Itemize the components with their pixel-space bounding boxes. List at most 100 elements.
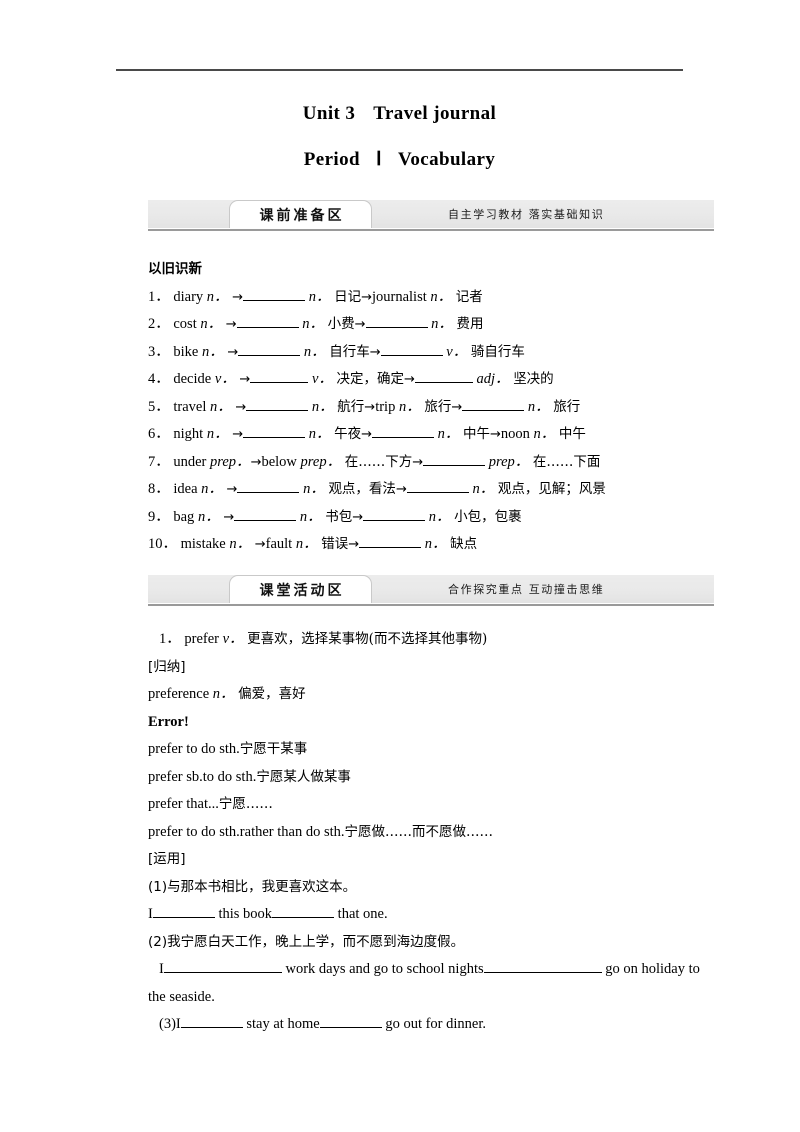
vocab-item-5: 5． travel n． → n． 航行→trip n． 旅行→ n． 旅行 — [148, 394, 714, 422]
answer-blank[interactable] — [180, 1027, 243, 1028]
vocab-item-6: 6． night n． → n． 午夜→ n． 中午→noon n． 中午 — [148, 421, 714, 449]
error-label: Error! — [148, 709, 714, 737]
item-mid-cn: 决定，确定 — [336, 371, 405, 387]
section-tab-label-prep: 课前准备区 — [259, 207, 345, 224]
entry-word: prefer — [184, 631, 219, 647]
exercise-text-b: stay at home — [246, 1016, 320, 1032]
prep-section-body: 以旧识新 1． diary n． → n． 日记→journalist n． 记… — [148, 256, 714, 559]
item-mid2-cn: 旅行 — [424, 398, 452, 415]
item-mid-pos: v． — [311, 371, 333, 387]
item-word: under — [173, 453, 207, 470]
item-word: cost — [173, 316, 197, 332]
prep-heading: 以旧识新 — [148, 261, 202, 277]
item-tail-cn: 费用 — [456, 316, 484, 332]
item-tail-pos: v． — [446, 343, 468, 360]
answer-blank[interactable] — [380, 354, 443, 356]
prefer-entry: 1． prefer v． 更喜欢，选择某事物(而不选择其他事物) — [148, 626, 714, 654]
item-mid-pos: n． — [299, 508, 322, 525]
exercise-text-d: the seaside. — [148, 988, 215, 1005]
item-mid-pos: prep． — [300, 453, 342, 470]
item-number: 6． — [148, 426, 170, 442]
answer-blank[interactable] — [462, 409, 525, 411]
banner-underline-gray-2 — [148, 604, 714, 606]
answer-blank[interactable] — [250, 382, 309, 383]
preference-note: preference n． 偏爱，喜好 — [148, 681, 714, 709]
item-pos: n． — [206, 288, 229, 305]
answer-blank[interactable] — [238, 354, 301, 356]
item-tail-cn: 缺点 — [450, 536, 478, 552]
arrow-icon: → — [232, 289, 244, 305]
item-mid-pos: n． — [303, 343, 326, 360]
arrow-icon: → — [361, 427, 372, 442]
item-tail-cn: 在……下面 — [532, 453, 601, 470]
answer-blank[interactable] — [483, 972, 602, 973]
item-word: idea — [173, 481, 198, 497]
answer-blank[interactable] — [243, 299, 306, 301]
vocab-item-3: 3． bike n． → n． 自行车→ v． 骑自行车 — [148, 339, 714, 367]
item-tail-cn: 小包，包裹 — [454, 508, 522, 525]
exercise-1-prompt: (1)与那本书相比，我更喜欢这本。 — [148, 874, 714, 902]
answer-blank[interactable] — [359, 547, 422, 548]
item-tail-pos: prep． — [488, 453, 530, 470]
item-tail-cn: 骑自行车 — [470, 343, 525, 360]
answer-blank[interactable] — [163, 972, 282, 973]
title-unit: Unit 3 — [302, 103, 356, 124]
banner-underline-gray-1 — [148, 229, 714, 231]
top-rule — [116, 69, 683, 71]
arrow-icon: → — [235, 399, 247, 415]
answer-blank[interactable] — [423, 464, 486, 466]
arrow-icon: → — [369, 344, 381, 360]
vocab-item-4: 4． decide v． → v． 决定，确定→ adj． 坚决的 — [148, 366, 714, 394]
item-number: 5． — [148, 398, 170, 415]
page-title: Unit 3 Travel journal — [116, 103, 683, 125]
pattern-3: prefer that...宁愿…… — [148, 791, 714, 819]
item-mid-pos: n． — [302, 316, 325, 332]
item-number: 1． — [148, 288, 170, 305]
arrow-icon: → — [352, 509, 364, 525]
arrow-icon: → — [227, 344, 239, 360]
arrow-icon: → — [451, 399, 463, 415]
preference-pos: n． — [212, 686, 235, 702]
item-tail-cn: 旅行 — [553, 398, 581, 415]
pattern-en: prefer sb.to do sth. — [148, 768, 257, 785]
entry-number: 1． — [159, 631, 181, 647]
answer-blank[interactable] — [406, 492, 469, 493]
item-mid2-pos: n． — [398, 398, 421, 415]
answer-blank[interactable] — [372, 437, 434, 438]
arrow-icon: → — [348, 537, 360, 552]
section-tab-activity: 课堂活动区 — [229, 575, 372, 603]
item-mid-cn: 自行车 — [329, 343, 370, 360]
answer-blank[interactable] — [319, 1027, 382, 1028]
arrow-icon: → — [225, 317, 237, 332]
arrow-icon: → — [232, 427, 244, 442]
preference-word: preference — [148, 686, 210, 702]
answer-blank[interactable] — [243, 437, 306, 438]
answer-blank[interactable] — [363, 519, 426, 521]
item-mid-cn: 小费 — [327, 316, 355, 332]
item-number: 10． — [148, 536, 177, 552]
answer-blank[interactable] — [272, 917, 335, 918]
answer-blank[interactable] — [365, 327, 428, 328]
arrow-icon: → — [250, 454, 262, 470]
item-number: 4． — [148, 371, 170, 387]
item-pos: n． — [201, 343, 224, 360]
exercise-1-answer: I this book that one. — [148, 901, 714, 929]
answer-blank[interactable] — [246, 409, 309, 411]
item-mid-cn: 航行 — [337, 398, 365, 415]
answer-blank[interactable] — [152, 917, 215, 918]
vocab-item-2: 2． cost n． → n． 小费→ n． 费用 — [148, 311, 714, 339]
item-pos: n． — [210, 398, 232, 415]
answer-blank[interactable] — [236, 327, 299, 328]
worksheet-page: Unit 3 Travel journal Period Ⅰ Vocabulary 课… — [0, 0, 800, 1132]
section-banner-activity: 课堂活动区 合作探究重点 互动撞击思维 — [148, 575, 714, 603]
item-number: 2． — [148, 316, 170, 332]
answer-blank[interactable] — [414, 382, 473, 383]
arrow-icon: → — [361, 289, 372, 305]
section-banner-prep: 课前准备区 自主学习教材 落实基础知识 — [148, 200, 714, 228]
item-pos: n． — [201, 481, 223, 497]
answer-blank[interactable] — [234, 519, 297, 521]
section-motto-prep: 自主学习教材 落实基础知识 — [448, 208, 605, 221]
item-tail-word: journalist — [371, 288, 427, 305]
answer-blank[interactable] — [237, 492, 300, 493]
item-mid-cn: 观点，看法 — [328, 481, 396, 497]
